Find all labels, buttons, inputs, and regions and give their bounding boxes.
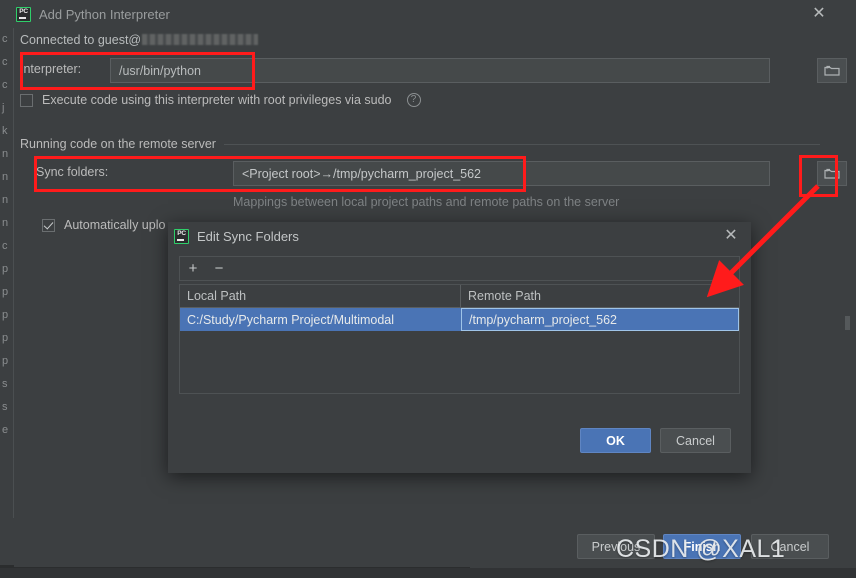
sudo-checkbox[interactable] — [20, 93, 33, 107]
pycharm-icon: PC — [16, 6, 31, 22]
sudo-checkbox-row[interactable]: Execute code using this interpreter with… — [20, 93, 421, 107]
cell-local-path[interactable]: C:/Study/Pycharm Project/Multimodal — [180, 308, 461, 331]
question-mark-icon[interactable]: ? — [406, 93, 421, 107]
sync-folders-hint: Mappings between local project paths and… — [233, 195, 620, 209]
table-row[interactable]: C:/Study/Pycharm Project/Multimodal /tmp… — [180, 308, 739, 331]
background-status-bar — [0, 568, 856, 578]
modal-title: Edit Sync Folders — [197, 228, 299, 244]
modal-titlebar: PC Edit Sync Folders ✕ — [168, 222, 751, 250]
remote-section-header: Running code on the remote server — [20, 137, 820, 151]
watermark: CSDN @XAL1 — [616, 535, 786, 563]
auto-upload-checkbox-row[interactable]: Automatically uplo — [42, 218, 165, 232]
sync-folders-toolbar: + − — [179, 256, 740, 281]
modal-footer: OK Cancel — [168, 428, 751, 460]
column-header-local-path[interactable]: Local Path — [180, 285, 461, 307]
sync-folders-table: Local Path Remote Path C:/Study/Pycharm … — [179, 284, 740, 394]
sudo-checkbox-label: Execute code using this interpreter with… — [42, 93, 392, 107]
sync-folders-input[interactable]: <Project root>→/tmp/pycharm_project_562 — [233, 161, 770, 186]
auto-upload-label: Automatically uplo — [64, 218, 166, 232]
close-icon[interactable]: ✕ — [809, 4, 829, 24]
connection-status-text: Connected to guest@ — [20, 33, 142, 47]
screen-root: c c c j k n n n n c p p p p p s s e PC A… — [0, 0, 856, 578]
dialog-titlebar: PC Add Python Interpreter ✕ — [14, 0, 845, 28]
folder-icon — [824, 168, 840, 179]
page-title: Add Python Interpreter — [39, 6, 170, 22]
sync-folders-row: Sync folders: <Project root>→/tmp/pychar… — [14, 161, 845, 187]
close-icon[interactable]: ✕ — [721, 226, 741, 246]
interpreter-row: Interpreter: /usr/bin/python — [14, 58, 845, 84]
redacted-host — [142, 34, 259, 45]
interpreter-input[interactable]: /usr/bin/python — [110, 58, 770, 83]
auto-upload-checkbox[interactable] — [42, 218, 55, 232]
folder-icon — [824, 65, 840, 76]
ok-button[interactable]: OK — [580, 428, 651, 453]
connection-status: Connected to guest@ — [20, 33, 259, 47]
sync-folders-label: Sync folders: — [36, 165, 109, 179]
modal-cancel-button[interactable]: Cancel — [660, 428, 731, 453]
sync-folders-browse-button[interactable] — [817, 161, 847, 186]
add-row-button[interactable]: + — [180, 257, 206, 280]
remove-row-button[interactable]: − — [206, 257, 232, 280]
pycharm-icon: PC — [174, 228, 189, 244]
background-right-column — [845, 0, 856, 578]
table-header: Local Path Remote Path — [180, 285, 739, 308]
section-title: Running code on the remote server — [20, 137, 216, 151]
interpreter-label: Interpreter: — [20, 62, 82, 76]
column-header-remote-path[interactable]: Remote Path — [461, 285, 739, 307]
section-divider — [223, 143, 820, 145]
cell-remote-path[interactable]: /tmp/pycharm_project_562 — [461, 308, 739, 331]
edit-sync-folders-dialog: PC Edit Sync Folders ✕ + − Local Path Re… — [168, 222, 751, 473]
interpreter-browse-button[interactable] — [817, 58, 847, 83]
